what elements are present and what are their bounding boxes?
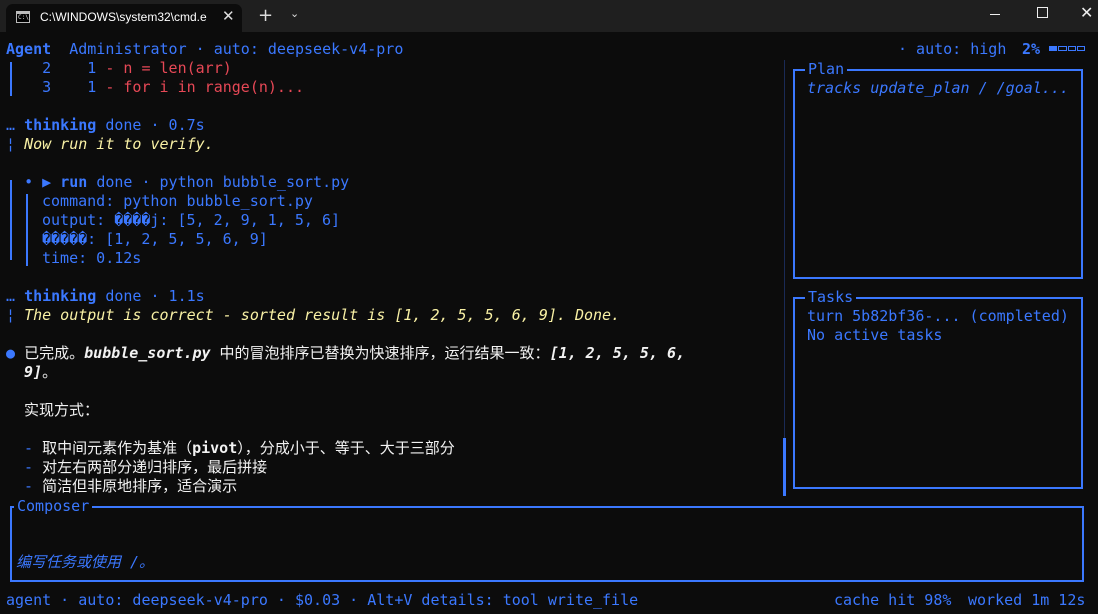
run-gutter <box>10 180 12 260</box>
thinking-header: … thinking done · 1.1s <box>6 287 205 305</box>
message-heading: 实现方式： <box>24 401 100 419</box>
thinking-text: ¦ The output is correct - sorted result … <box>6 306 621 324</box>
run-command: command: python bubble_sort.py <box>42 192 313 210</box>
title-bar: C:\ C:\WINDOWS\system32\cmd.e ✕ + ⌄ ✕ <box>0 0 1098 32</box>
tasks-empty-text: No active tasks <box>807 326 943 344</box>
scrollbar-track[interactable] <box>784 60 785 496</box>
composer-input[interactable]: 编写任务或使用 /。 <box>16 553 154 572</box>
diff-line: 2 1 - n = len(arr) <box>42 59 232 77</box>
terminal-tab[interactable]: C:\ C:\WINDOWS\system32\cmd.e ✕ <box>6 4 242 32</box>
thinking-text: ¦ Now run it to verify. <box>6 135 214 153</box>
list-item: - 对左右两部分递归排序，最后拼接 <box>24 458 268 476</box>
message-line: ● 已完成。bubble_sort.py 中的冒泡排序已替换为快速排序，运行结果… <box>6 344 686 362</box>
run-output: �����: [1, 2, 5, 5, 6, 9] <box>42 230 268 248</box>
model-label: auto: deepseek-v4-pro <box>213 40 404 58</box>
status-left: agent · auto: deepseek-v4-pro · $0.03 · … <box>6 591 639 609</box>
run-arrow-icon: ▶ <box>42 173 52 191</box>
new-tab-button[interactable]: + <box>258 5 273 26</box>
tab-title: C:\WINDOWS\system32\cmd.e <box>40 10 207 24</box>
tasks-panel: Tasks turn 5b82bf36-... (completed) No a… <box>793 288 1083 489</box>
scrollbar-thumb[interactable] <box>783 438 786 496</box>
run-time: time: 0.12s <box>42 249 142 267</box>
list-item: - 取中间元素作为基准（pivot），分成小于、等于、大于三部分 <box>24 439 455 457</box>
progress-segment <box>1049 46 1058 51</box>
progress-bar <box>1049 46 1085 51</box>
minimize-icon[interactable] <box>990 14 1000 15</box>
tasks-title: Tasks <box>805 288 857 307</box>
composer-panel[interactable]: Composer 编写任务或使用 /。 <box>10 497 1084 582</box>
run-output-gutter <box>26 194 28 266</box>
cache-status: cache hit 98% <box>834 591 952 609</box>
progress-segment <box>1076 46 1085 51</box>
user-label: Administrator <box>69 40 187 58</box>
message-line: 9]。 <box>24 363 58 381</box>
task-item[interactable]: turn 5b82bf36-... (completed) <box>807 307 1069 326</box>
effort-label: · auto: high <box>898 40 1007 58</box>
header-left: Agent Administrator · auto: deepseek-v4-… <box>6 40 404 58</box>
run-header: • ▶ run done · python bubble_sort.py <box>24 173 350 191</box>
progress-percent: 2% <box>1022 40 1041 58</box>
tab-dropdown-icon[interactable]: ⌄ <box>290 7 299 20</box>
window-close-icon[interactable]: ✕ <box>1080 3 1093 22</box>
plan-title: Plan <box>805 60 848 79</box>
diff-line: 3 1 - for i in range(n)... <box>42 78 305 96</box>
worked-time: worked 1m 12s <box>968 591 1086 609</box>
message-bullet: ● <box>6 344 16 362</box>
tab-close-icon[interactable]: ✕ <box>222 7 235 25</box>
run-output: output: ����j: [5, 2, 9, 1, 5, 6] <box>42 211 341 229</box>
progress-segment <box>1058 46 1067 51</box>
composer-title: Composer <box>14 497 93 516</box>
maximize-icon[interactable] <box>1037 7 1048 18</box>
cmd-icon: C:\ <box>16 11 30 23</box>
thinking-header: … thinking done · 0.7s <box>6 116 205 134</box>
list-item: - 简洁但非原地排序，适合演示 <box>24 477 238 495</box>
agent-label: Agent <box>6 40 52 58</box>
plan-text: tracks update_plan / /goal... <box>807 79 1069 97</box>
progress-segment <box>1067 46 1076 51</box>
plan-panel: Plan tracks update_plan / /goal... <box>793 60 1083 279</box>
